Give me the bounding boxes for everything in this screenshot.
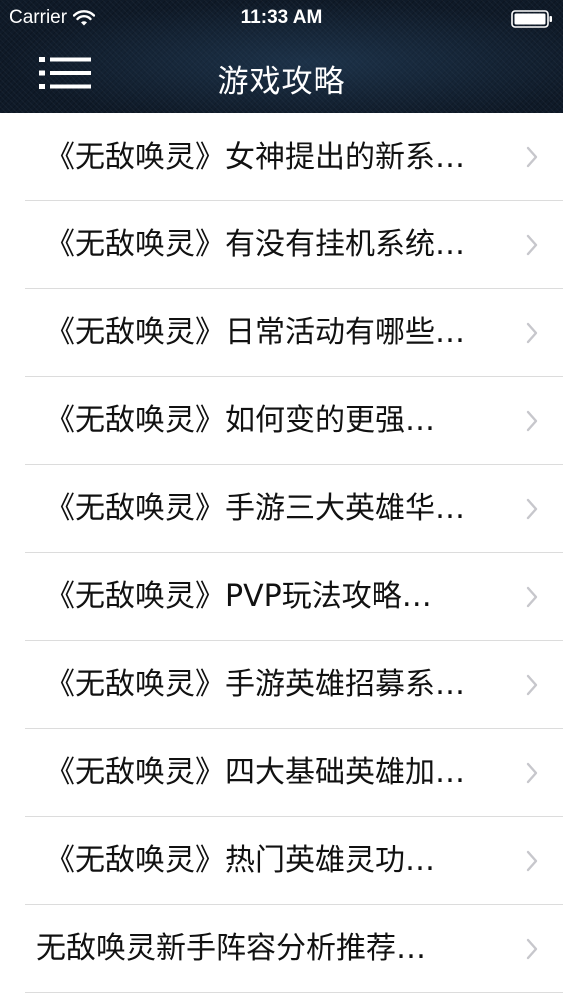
- article-title: 无敌唤灵新手阵容分析推荐…: [36, 931, 426, 966]
- article-title: 《无敌唤灵》四大基础英雄加…: [45, 755, 465, 790]
- article-title: 《无敌唤灵》如何变的更强…: [45, 403, 435, 438]
- chevron-right-icon: [526, 410, 538, 432]
- list-item[interactable]: 《无敌唤灵》手游英雄招募系…: [0, 641, 563, 729]
- chevron-right-icon: [526, 146, 538, 168]
- chevron-right-icon: [526, 322, 538, 344]
- article-title: 《无敌唤灵》手游三大英雄华…: [45, 491, 465, 526]
- list-item[interactable]: 无敌唤灵新手阵容分析推荐…: [0, 905, 563, 993]
- list-item[interactable]: 《无敌唤灵》PVP玩法攻略…: [0, 553, 563, 641]
- page-title: 游戏攻略: [217, 64, 346, 100]
- chevron-right-icon: [526, 850, 538, 872]
- list-item[interactable]: 《无敌唤灵》手游三大英雄华…: [0, 465, 563, 553]
- article-list: 《无敌唤灵》女神提出的新系… 《无敌唤灵》有没有挂机系统… 《无敌唤灵》日常活动…: [0, 113, 563, 993]
- article-title: 《无敌唤灵》日常活动有哪些…: [45, 315, 465, 350]
- status-time: 11:33 AM: [240, 7, 323, 28]
- list-item[interactable]: 《无敌唤灵》如何变的更强…: [0, 377, 563, 465]
- list-item[interactable]: 《无敌唤灵》日常活动有哪些…: [0, 289, 563, 377]
- chevron-right-icon: [526, 234, 538, 256]
- battery-icon: [511, 10, 552, 28]
- list-item[interactable]: 《无敌唤灵》四大基础英雄加…: [0, 729, 563, 817]
- status-bar: Carrier 11:33 AM: [0, 0, 563, 36]
- article-title: 《无敌唤灵》女神提出的新系…: [45, 140, 465, 175]
- article-title: 《无敌唤灵》手游英雄招募系…: [45, 667, 465, 702]
- list-item[interactable]: 《无敌唤灵》有没有挂机系统…: [0, 201, 563, 289]
- chevron-right-icon: [526, 938, 538, 960]
- chevron-right-icon: [526, 762, 538, 784]
- chevron-right-icon: [526, 498, 538, 520]
- top-bar: Carrier 11:33 AM 游戏攻略: [0, 0, 563, 113]
- chevron-right-icon: [526, 586, 538, 608]
- article-title: 《无敌唤灵》PVP玩法攻略…: [45, 579, 432, 614]
- list-item[interactable]: 《无敌唤灵》热门英雄灵功…: [0, 817, 563, 905]
- chevron-right-icon: [526, 674, 538, 696]
- list-item[interactable]: 《无敌唤灵》女神提出的新系…: [0, 113, 563, 201]
- article-title: 《无敌唤灵》有没有挂机系统…: [45, 227, 465, 262]
- app-screen: Carrier 11:33 AM 游戏攻略 《无敌唤灵》女神提出的新系… 《无敌…: [0, 0, 563, 1000]
- article-title: 《无敌唤灵》热门英雄灵功…: [45, 843, 435, 878]
- navigation-bar: 游戏攻略: [0, 36, 563, 113]
